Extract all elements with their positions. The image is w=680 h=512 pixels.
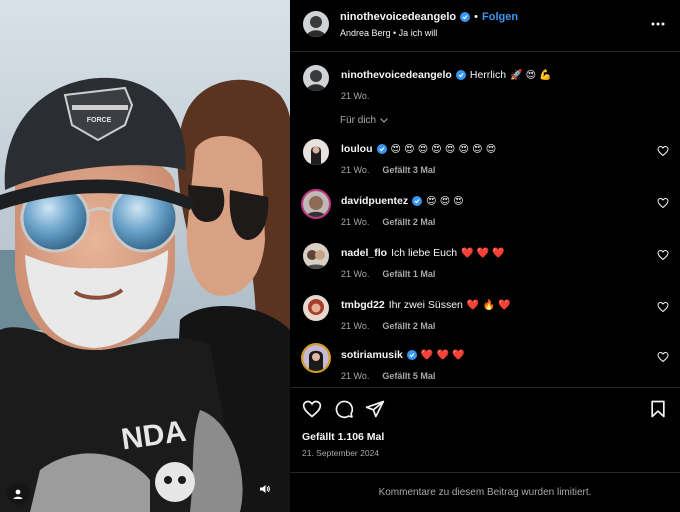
chevron-down-icon: [380, 118, 388, 123]
more-options-icon[interactable]: [650, 16, 666, 32]
comment-bubble-icon[interactable]: [334, 399, 354, 419]
verified-badge-icon: [460, 12, 471, 22]
comment-emojis: 😍 😍 😍 😍 😍 😍 😍 😍: [390, 143, 497, 155]
verified-badge-icon: [412, 196, 423, 206]
comment-emojis: ❤️ 🔥 ❤️: [466, 299, 511, 311]
comment-emojis: ❤️ ❤️ ❤️: [461, 247, 505, 259]
caption-emojis: 🚀 😍 💪: [510, 69, 552, 81]
comment-emojis: 😍 😍 😍: [426, 195, 464, 207]
commenter-avatar[interactable]: [303, 243, 329, 269]
post-date: 21. September 2024: [302, 448, 380, 458]
author-username[interactable]: ninothevoicedeangelo: [340, 11, 456, 23]
comment-like-count[interactable]: Gefällt 2 Mal: [382, 321, 435, 331]
verified-badge-icon: [455, 70, 466, 80]
verified-badge-icon: [406, 350, 417, 360]
save-bookmark-icon[interactable]: [648, 399, 668, 419]
comment-sort-dropdown[interactable]: Für dich: [340, 115, 388, 126]
comment-like-count[interactable]: Gefällt 5 Mal: [382, 371, 435, 381]
share-send-icon[interactable]: [365, 399, 385, 419]
tagged-users-button[interactable]: [7, 483, 29, 505]
post-details-panel: ninothevoicedeangelo • Folgen Andrea Ber…: [290, 0, 680, 512]
comment-like-heart-icon[interactable]: [657, 249, 669, 261]
comments-limited-text: Kommentare zu diesem Beitrag wurden limi…: [378, 487, 592, 498]
follow-button[interactable]: Folgen: [482, 11, 518, 23]
commenter-username[interactable]: sotiriamusik: [341, 349, 403, 361]
caption-username[interactable]: ninothevoicedeangelo: [341, 69, 452, 81]
post-header: ninothevoicedeangelo • Folgen Andrea Ber…: [290, 0, 680, 52]
comment-like-count[interactable]: Gefällt 3 Mal: [382, 165, 435, 175]
post-like-count[interactable]: Gefällt 1.106 Mal: [302, 431, 384, 443]
cap-logo-text: FORCE: [87, 117, 112, 124]
verified-badge-icon: [376, 144, 387, 154]
header-separator: •: [474, 11, 478, 23]
comment-time: 21 Wo.: [341, 165, 370, 175]
commenter-username[interactable]: tmbgd22: [341, 299, 385, 311]
speaker-icon: [260, 485, 270, 493]
comment-like-heart-icon[interactable]: [657, 145, 669, 157]
caption-avatar[interactable]: [303, 65, 329, 91]
comment-like-count[interactable]: Gefällt 2 Mal: [382, 217, 435, 227]
post-actions-bar: Gefällt 1.106 Mal 21. September 2024: [290, 387, 680, 472]
audio-track-link[interactable]: Andrea Berg • Ja ich will: [340, 28, 437, 38]
commenter-avatar[interactable]: [303, 191, 329, 217]
commenter-avatar[interactable]: [303, 139, 329, 165]
post-media[interactable]: FORCE NDA: [0, 0, 290, 512]
like-heart-icon[interactable]: [302, 399, 322, 419]
commenter-username[interactable]: nadel_flo: [341, 247, 387, 259]
caption-text: Herrlich: [469, 69, 507, 81]
comment-like-heart-icon[interactable]: [657, 301, 669, 313]
comment-text: Ich liebe Euch: [391, 247, 458, 259]
comment-like-count[interactable]: Gefällt 1 Mal: [382, 269, 435, 279]
user-icon: [13, 489, 23, 499]
post-photo: FORCE NDA: [0, 0, 290, 512]
commenter-avatar[interactable]: [303, 345, 329, 371]
sound-toggle-button[interactable]: [254, 478, 276, 500]
comments-limited-notice: Kommentare zu diesem Beitrag wurden limi…: [290, 472, 680, 512]
comment-emojis: ❤️ ❤️ ❤️: [420, 349, 465, 361]
commenter-username[interactable]: davidpuentez: [341, 195, 408, 207]
comment-text: Ihr zwei Süssen: [388, 299, 463, 311]
comment-time: 21 Wo.: [341, 321, 370, 331]
comment-sort-label: Für dich: [340, 115, 377, 126]
comment-time: 21 Wo.: [341, 217, 370, 227]
comment-time: 21 Wo.: [341, 371, 370, 381]
author-avatar[interactable]: [303, 11, 329, 37]
commenter-avatar[interactable]: [303, 295, 329, 321]
commenter-username[interactable]: loulou: [341, 143, 373, 155]
caption-time: 21 Wo.: [341, 91, 370, 101]
comment-time: 21 Wo.: [341, 269, 370, 279]
comment-like-heart-icon[interactable]: [657, 197, 669, 209]
comment-like-heart-icon[interactable]: [657, 351, 669, 363]
